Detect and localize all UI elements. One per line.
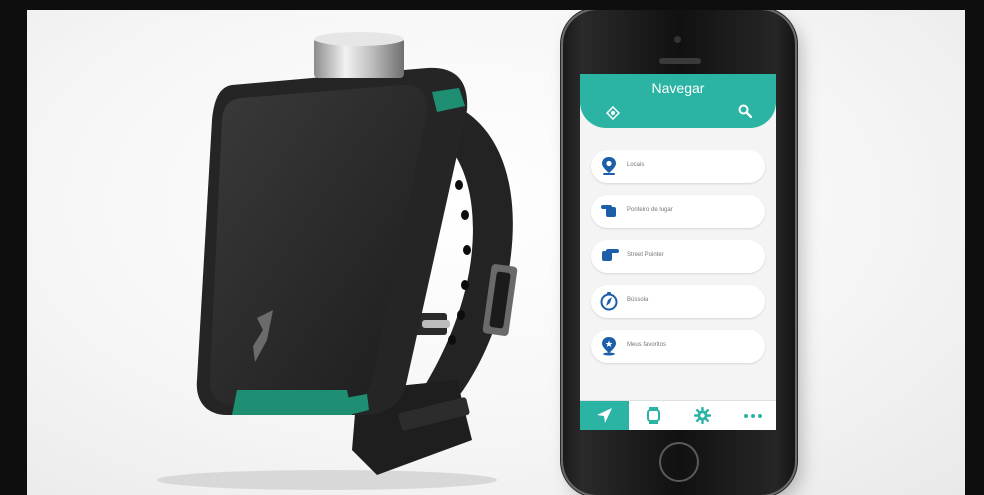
favorite-pin-icon: [600, 336, 618, 361]
compass-icon: [600, 291, 618, 316]
tab-settings[interactable]: [678, 401, 727, 430]
tab-navigate[interactable]: [580, 401, 629, 430]
menu-item-label: Locais: [627, 162, 645, 168]
page-title: Navegar: [651, 80, 705, 96]
search-icon[interactable]: [738, 104, 753, 123]
app-screen: Navegar Locais Ponteiro de lugar Street …: [580, 74, 776, 430]
pointing-hand-icon: [600, 201, 620, 224]
front-camera: [674, 36, 681, 43]
tab-more[interactable]: [727, 401, 776, 430]
smartphone: Navegar Locais Ponteiro de lugar Street …: [563, 10, 795, 495]
menu-item-locais[interactable]: Locais: [591, 150, 765, 183]
menu-item-street-pointer[interactable]: Street Pointer: [591, 240, 765, 273]
menu-item-label: Ponteiro de lugar: [627, 207, 673, 213]
wristband-device: [157, 32, 518, 490]
menu-item-bussola[interactable]: Bússola: [591, 285, 765, 318]
tab-device[interactable]: [629, 401, 678, 430]
product-photo: Navegar Locais Ponteiro de lugar Street …: [27, 10, 965, 495]
location-pin-icon: [600, 156, 618, 181]
menu-item-label: Bússola: [627, 297, 649, 303]
app-header: Navegar: [580, 74, 776, 128]
menu-item-ponteiro-de-lugar[interactable]: Ponteiro de lugar: [591, 195, 765, 228]
location-target-icon[interactable]: [605, 105, 621, 125]
earpiece-speaker: [659, 58, 701, 64]
menu-item-label: Meus favoritos: [627, 342, 667, 348]
home-button[interactable]: [659, 442, 699, 482]
menu-item-meus-favoritos[interactable]: Meus favoritos: [591, 330, 765, 363]
pointing-hand-icon: [600, 246, 620, 269]
tab-bar: [580, 400, 776, 430]
menu-item-label: Street Pointer: [627, 252, 664, 258]
